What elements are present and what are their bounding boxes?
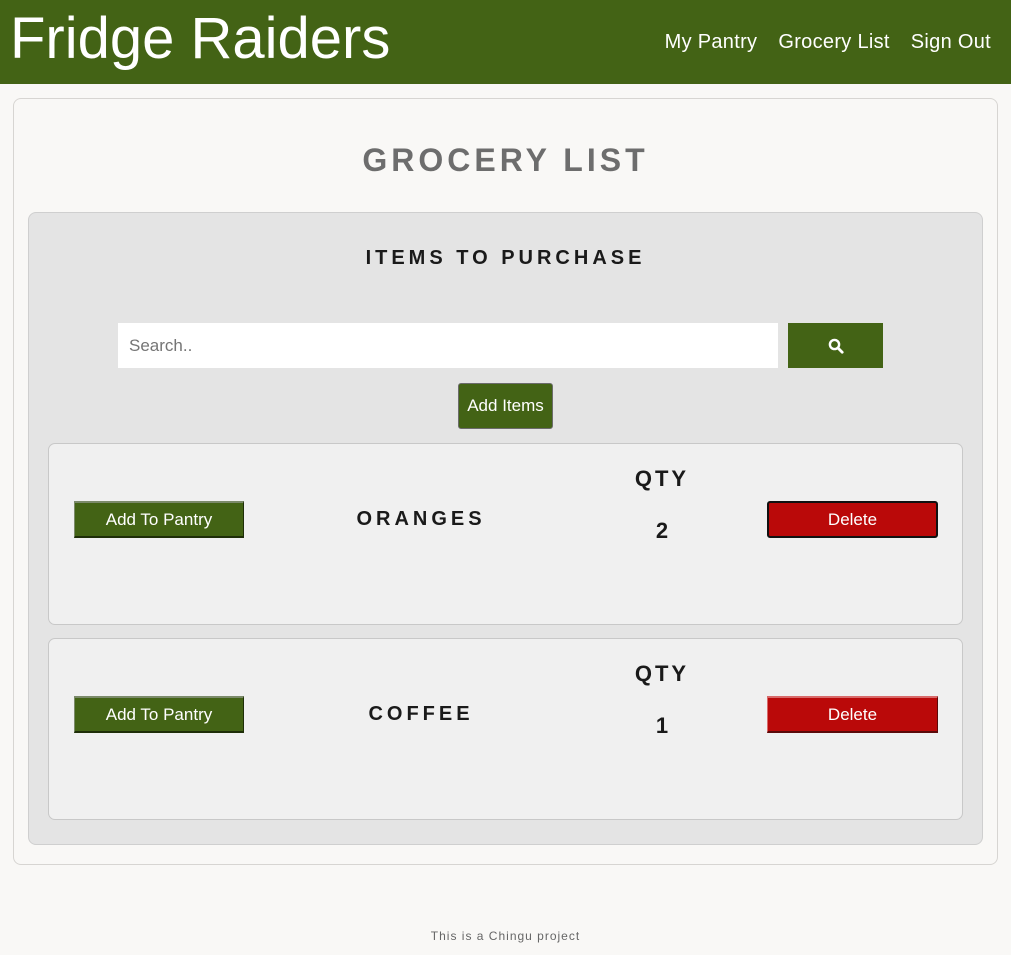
qty-value: 1: [655, 713, 669, 738]
item-name: ORANGES: [356, 508, 486, 530]
nav-link-grocery-list[interactable]: Grocery List: [778, 31, 889, 54]
delete-button[interactable]: Delete: [767, 696, 938, 733]
search-icon: [828, 338, 844, 354]
qty-label: QTY: [634, 466, 690, 491]
item-name: COFFEE: [368, 703, 474, 725]
delete-button[interactable]: Delete: [767, 501, 938, 538]
brand-logo[interactable]: Fridge Raiders: [0, 10, 390, 68]
page-title: GROCERY LIST: [362, 142, 649, 178]
navbar: Fridge Raiders My Pantry Grocery List Si…: [0, 0, 1011, 84]
grocery-item-card: Add To Pantry COFFEE QTY 1 Delete: [48, 638, 963, 820]
search-button[interactable]: [788, 323, 883, 368]
add-items-button[interactable]: Add Items: [458, 383, 553, 429]
add-to-pantry-button[interactable]: Add To Pantry: [74, 696, 244, 733]
grocery-item-card: Add To Pantry ORANGES QTY 2 Delete: [48, 443, 963, 625]
panel-title: ITEMS TO PURCHASE: [365, 247, 646, 269]
nav-link-my-pantry[interactable]: My Pantry: [665, 31, 758, 54]
footer-text: This is a Chingu project: [430, 929, 581, 943]
nav-links: My Pantry Grocery List Sign Out: [665, 31, 1011, 54]
search-input[interactable]: [118, 323, 778, 368]
nav-link-sign-out[interactable]: Sign Out: [911, 31, 991, 54]
qty-label: QTY: [634, 661, 690, 686]
add-to-pantry-button[interactable]: Add To Pantry: [74, 501, 244, 538]
qty-value: 2: [655, 518, 669, 543]
